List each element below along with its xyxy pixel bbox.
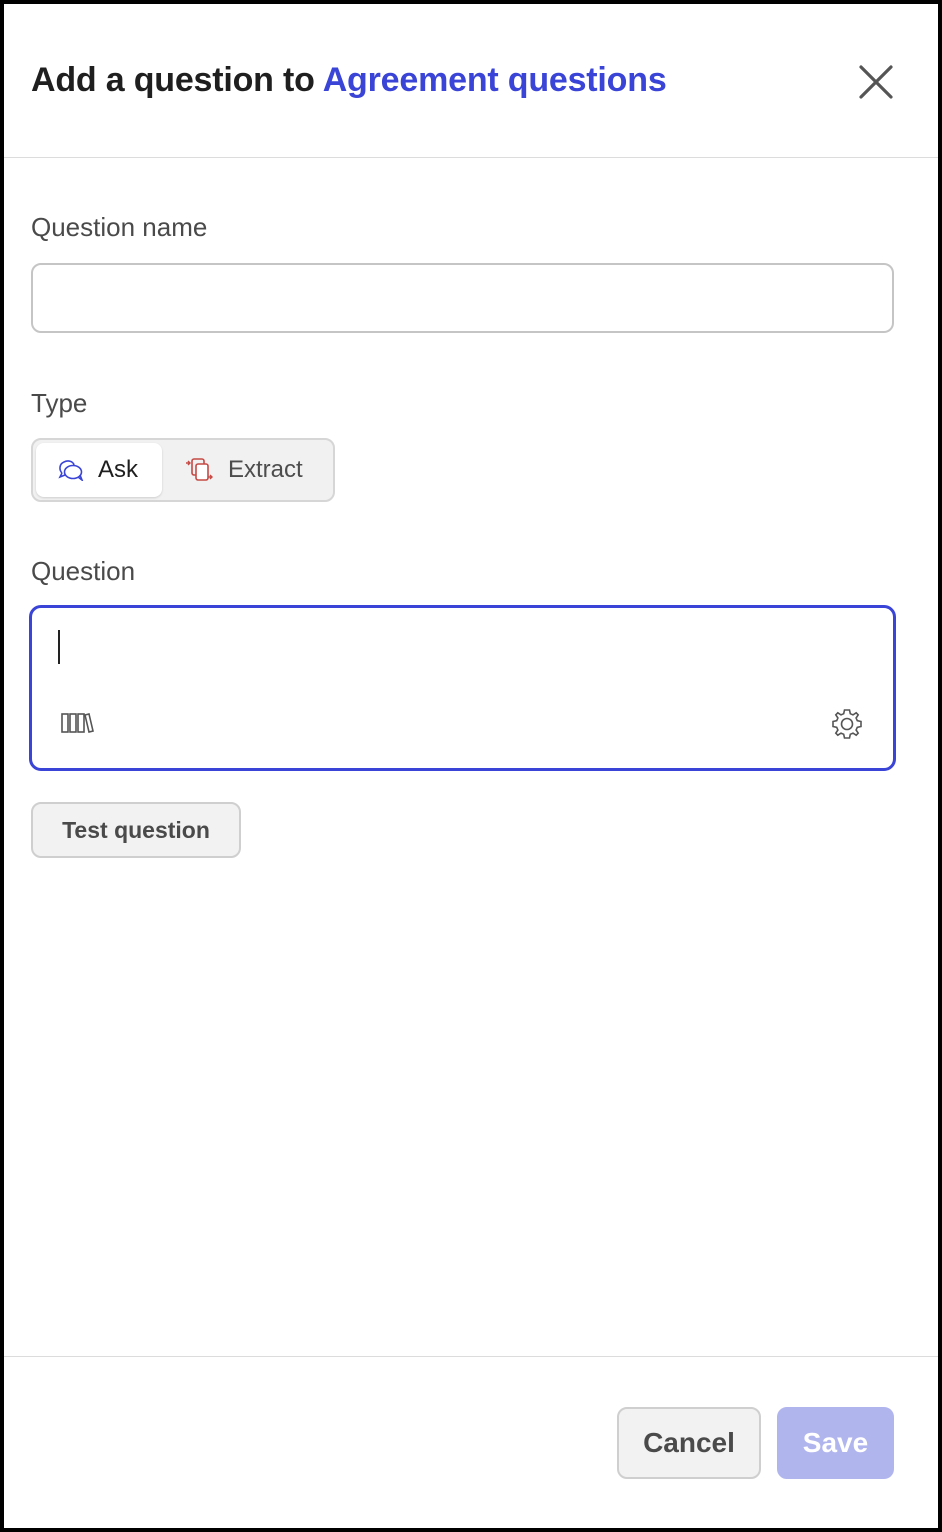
type-option-ask[interactable]: Ask: [36, 443, 162, 497]
question-label: Question: [31, 556, 136, 586]
question-textarea[interactable]: [29, 605, 896, 771]
library-button[interactable]: [60, 710, 96, 740]
save-button[interactable]: Save: [777, 1407, 894, 1479]
type-option-extract[interactable]: Extract: [170, 443, 330, 497]
panel-title: Add a question to Agreement questions: [31, 61, 667, 100]
type-option-ask-label: Ask: [98, 456, 139, 483]
type-option-extract-label: Extract: [228, 456, 303, 483]
question-name-label: Question name: [31, 212, 208, 242]
panel-header: Add a question to Agreement questions: [4, 4, 938, 158]
close-icon: [859, 65, 893, 99]
collection-name-link[interactable]: Agreement questions: [323, 61, 667, 99]
settings-button[interactable]: [830, 707, 866, 743]
type-label: Type: [31, 388, 88, 418]
question-name-input[interactable]: [31, 263, 894, 333]
gear-icon: [832, 709, 862, 739]
cancel-button[interactable]: Cancel: [617, 1407, 761, 1479]
library-books-icon: [61, 713, 94, 733]
add-question-panel: Add a question to Agreement questions Qu…: [4, 4, 938, 1528]
text-cursor: [58, 630, 60, 664]
chat-bubbles-icon: [58, 460, 84, 481]
close-button[interactable]: [856, 62, 896, 102]
extract-document-icon: [186, 458, 213, 481]
title-prefix: Add a question to: [31, 61, 315, 99]
type-segmented-control: Ask Extract: [31, 438, 335, 502]
panel-footer: Cancel Save: [4, 1356, 938, 1528]
test-question-button[interactable]: Test question: [31, 802, 241, 858]
